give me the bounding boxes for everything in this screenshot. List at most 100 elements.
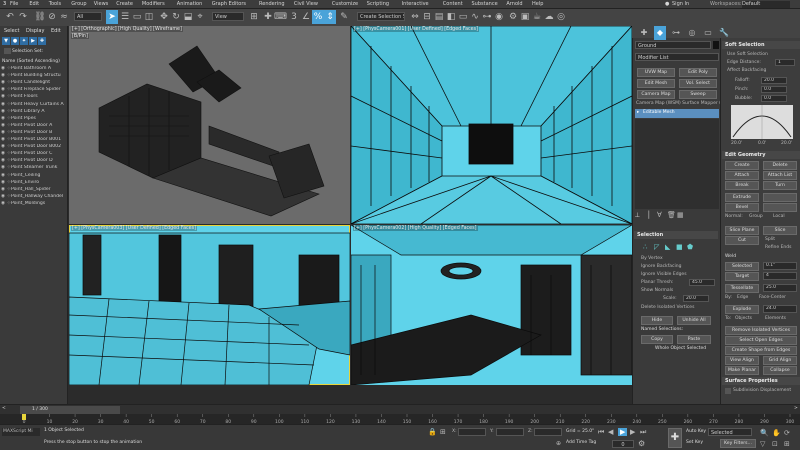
remove-modifier-icon[interactable]: 🗑	[667, 211, 676, 219]
reference-coord-dropdown[interactable]: View	[212, 12, 244, 21]
scene-list-item[interactable]: ◉ ⊹Point Heavy Curtains A	[1, 102, 67, 108]
menu-item[interactable]: Scripting	[367, 1, 389, 7]
menu-item[interactable]: Interactive	[402, 1, 429, 7]
key-filters-button[interactable]: Key Filters...	[720, 439, 756, 448]
angle-snap-icon[interactable]: ∠	[300, 10, 312, 24]
viewport-label[interactable]: [+] [PhysCamera002] [High Quality] [Edge…	[353, 226, 478, 231]
pin-stack-icon[interactable]: ⟂	[635, 211, 640, 220]
pivot-icon[interactable]: ⊞	[248, 10, 260, 24]
bevel-field[interactable]	[763, 203, 797, 212]
auto-key-button[interactable]: Auto Key	[686, 429, 706, 434]
menu-item[interactable]: Customize	[332, 1, 358, 7]
selection-filter-dropdown[interactable]: All	[74, 12, 102, 21]
layer-explorer-icon[interactable]: ◧	[445, 10, 457, 24]
scene-list-item[interactable]: ◉ ⊹Point Library A	[1, 109, 67, 115]
split-checkbox[interactable]: Split	[765, 237, 775, 242]
scene-list-item[interactable]: ◉ ⊹Point Pivot Door A	[1, 123, 67, 129]
weld-target-field[interactable]: 4	[763, 272, 797, 280]
slice-plane-button[interactable]: Slice Plane	[725, 226, 759, 235]
scene-list-item[interactable]: ◉ ⊹Point_Hall_Spider	[1, 187, 67, 193]
edit-geometry-header[interactable]: Edit Geometry	[722, 151, 800, 159]
filter-icon[interactable]: ▼	[2, 37, 10, 45]
create-shape-button[interactable]: Create Shape from Edges	[725, 346, 797, 355]
menu-item[interactable]: Arnold	[506, 1, 522, 7]
edge-icon[interactable]: ◸	[654, 243, 659, 251]
modifier-stack-list[interactable]	[635, 119, 719, 209]
use-soft-selection-checkbox[interactable]: Use Soft Selection	[727, 52, 768, 57]
face-icon[interactable]: ◣	[665, 243, 670, 251]
refine-ends-checkbox[interactable]: Refine Ends	[765, 245, 791, 250]
collapse-button[interactable]: Collapse	[763, 366, 797, 375]
scene-list-item[interactable]: ◉ ⊹Point Pivot Door B	[1, 130, 67, 136]
select-manipulate-icon[interactable]: ✚	[262, 10, 274, 24]
menu-item[interactable]: Graph Editors	[212, 1, 246, 7]
hide-button[interactable]: Hide	[641, 316, 673, 325]
key-selection-dropdown[interactable]: Selected	[708, 428, 752, 436]
configure-sets-icon[interactable]: ▦	[677, 211, 684, 219]
edge-radio[interactable]: Edge	[737, 295, 748, 300]
weld-target-button[interactable]: Target	[725, 272, 759, 281]
pinch-field[interactable]: 0.0	[761, 86, 787, 93]
menu-item[interactable]: Civil View	[294, 1, 318, 7]
sweep-button[interactable]: Sweep	[679, 90, 717, 99]
menu-item[interactable]: Help	[532, 1, 543, 7]
align-icon[interactable]: ⊟	[421, 10, 433, 24]
scene-list-item[interactable]: ◉ ⊹Point_Ceiling	[1, 173, 67, 179]
scale-icon[interactable]: ⬓	[182, 10, 194, 24]
turn-button[interactable]: Turn	[763, 181, 797, 190]
undo-icon[interactable]: ↶	[4, 10, 16, 24]
redo-icon[interactable]: ↷	[17, 10, 29, 24]
scale-field[interactable]: 20.0	[683, 295, 709, 302]
toggle-scene-explorer-icon[interactable]: ▤	[433, 10, 445, 24]
subdivision-checkbox[interactable]	[725, 388, 731, 394]
menu-item[interactable]: Content	[443, 1, 463, 7]
go-to-start-icon[interactable]: ⏮	[598, 428, 604, 437]
next-frame-icon[interactable]: ▶	[630, 428, 635, 436]
menu-item[interactable]: Animation	[177, 1, 203, 7]
attach-button[interactable]: Attach	[725, 171, 759, 180]
scene-list-item[interactable]: ◉ ⊹Point_Moldings	[1, 201, 67, 207]
explode-field[interactable]: 24.0	[763, 305, 797, 313]
select-open-edges-button[interactable]: Select Open Edges	[725, 336, 797, 345]
fov-icon[interactable]: ▽	[760, 440, 765, 448]
tab-edit[interactable]: Edit	[51, 28, 61, 34]
pan-icon[interactable]: ✋	[772, 429, 781, 437]
tessellate-button[interactable]: Tessellate	[725, 284, 759, 293]
scene-list-item[interactable]: ◉ ⊹Point Pivot Door B002	[1, 144, 67, 150]
view-align-button[interactable]: View Align	[725, 356, 759, 365]
maximize-viewport-icon[interactable]: ⊞	[784, 440, 790, 448]
menu-item[interactable]: Substance	[472, 1, 498, 7]
tessellate-field[interactable]: 25.0	[763, 284, 797, 292]
time-config-icon[interactable]: ⚙	[638, 439, 645, 448]
stack-expand-icon[interactable]: ▸	[637, 110, 639, 115]
face-center-radio[interactable]: Face-Center	[759, 295, 786, 300]
menu-item[interactable]: Tools	[49, 1, 61, 7]
bubble-field[interactable]: 0.0	[761, 95, 787, 102]
play-icon[interactable]: ▶	[618, 428, 628, 436]
modify-tab-icon[interactable]: ◆	[654, 26, 666, 40]
prev-frame-icon[interactable]: ◀	[608, 428, 613, 436]
weld-selected-field[interactable]: 0.1"	[763, 262, 797, 270]
unhide-all-button[interactable]: Unhide All	[677, 316, 711, 325]
break-button[interactable]: Break	[725, 181, 759, 190]
scene-list-item[interactable]: ◉ ⊹Point Building Structu	[1, 73, 67, 79]
move-icon[interactable]: ✥	[158, 10, 170, 24]
go-to-end-icon[interactable]: ⏭	[640, 428, 646, 437]
viewport-label[interactable]: [+] [PhysCamera001] [User Defined] [Edge…	[353, 27, 479, 32]
scene-list-item[interactable]: ◉ ⊹Point_Enviro	[1, 180, 67, 186]
scene-list-item[interactable]: ◉ ⊹Point Steamer Trunk	[1, 165, 67, 171]
soft-selection-header[interactable]: Soft Selection	[722, 41, 800, 49]
schematic-view-icon[interactable]: ⊶	[481, 10, 493, 24]
mirror-icon[interactable]: ⇔	[409, 10, 421, 24]
vol-select-button[interactable]: Vol. Select	[679, 79, 717, 88]
paste-button[interactable]: Paste	[677, 335, 711, 344]
group-radio[interactable]: Group	[749, 214, 763, 219]
create-button[interactable]: Create	[725, 161, 759, 170]
time-tag-icon[interactable]: ⊕	[556, 440, 561, 447]
menu-item[interactable]: Group	[71, 1, 86, 7]
edge-distance-field[interactable]: 1	[775, 59, 795, 66]
render-setup-icon[interactable]: ⚙	[507, 10, 519, 24]
a360-icon[interactable]: ◎	[555, 10, 567, 24]
tab-select[interactable]: Select	[4, 28, 19, 34]
menu-item[interactable]: Create	[116, 1, 133, 7]
